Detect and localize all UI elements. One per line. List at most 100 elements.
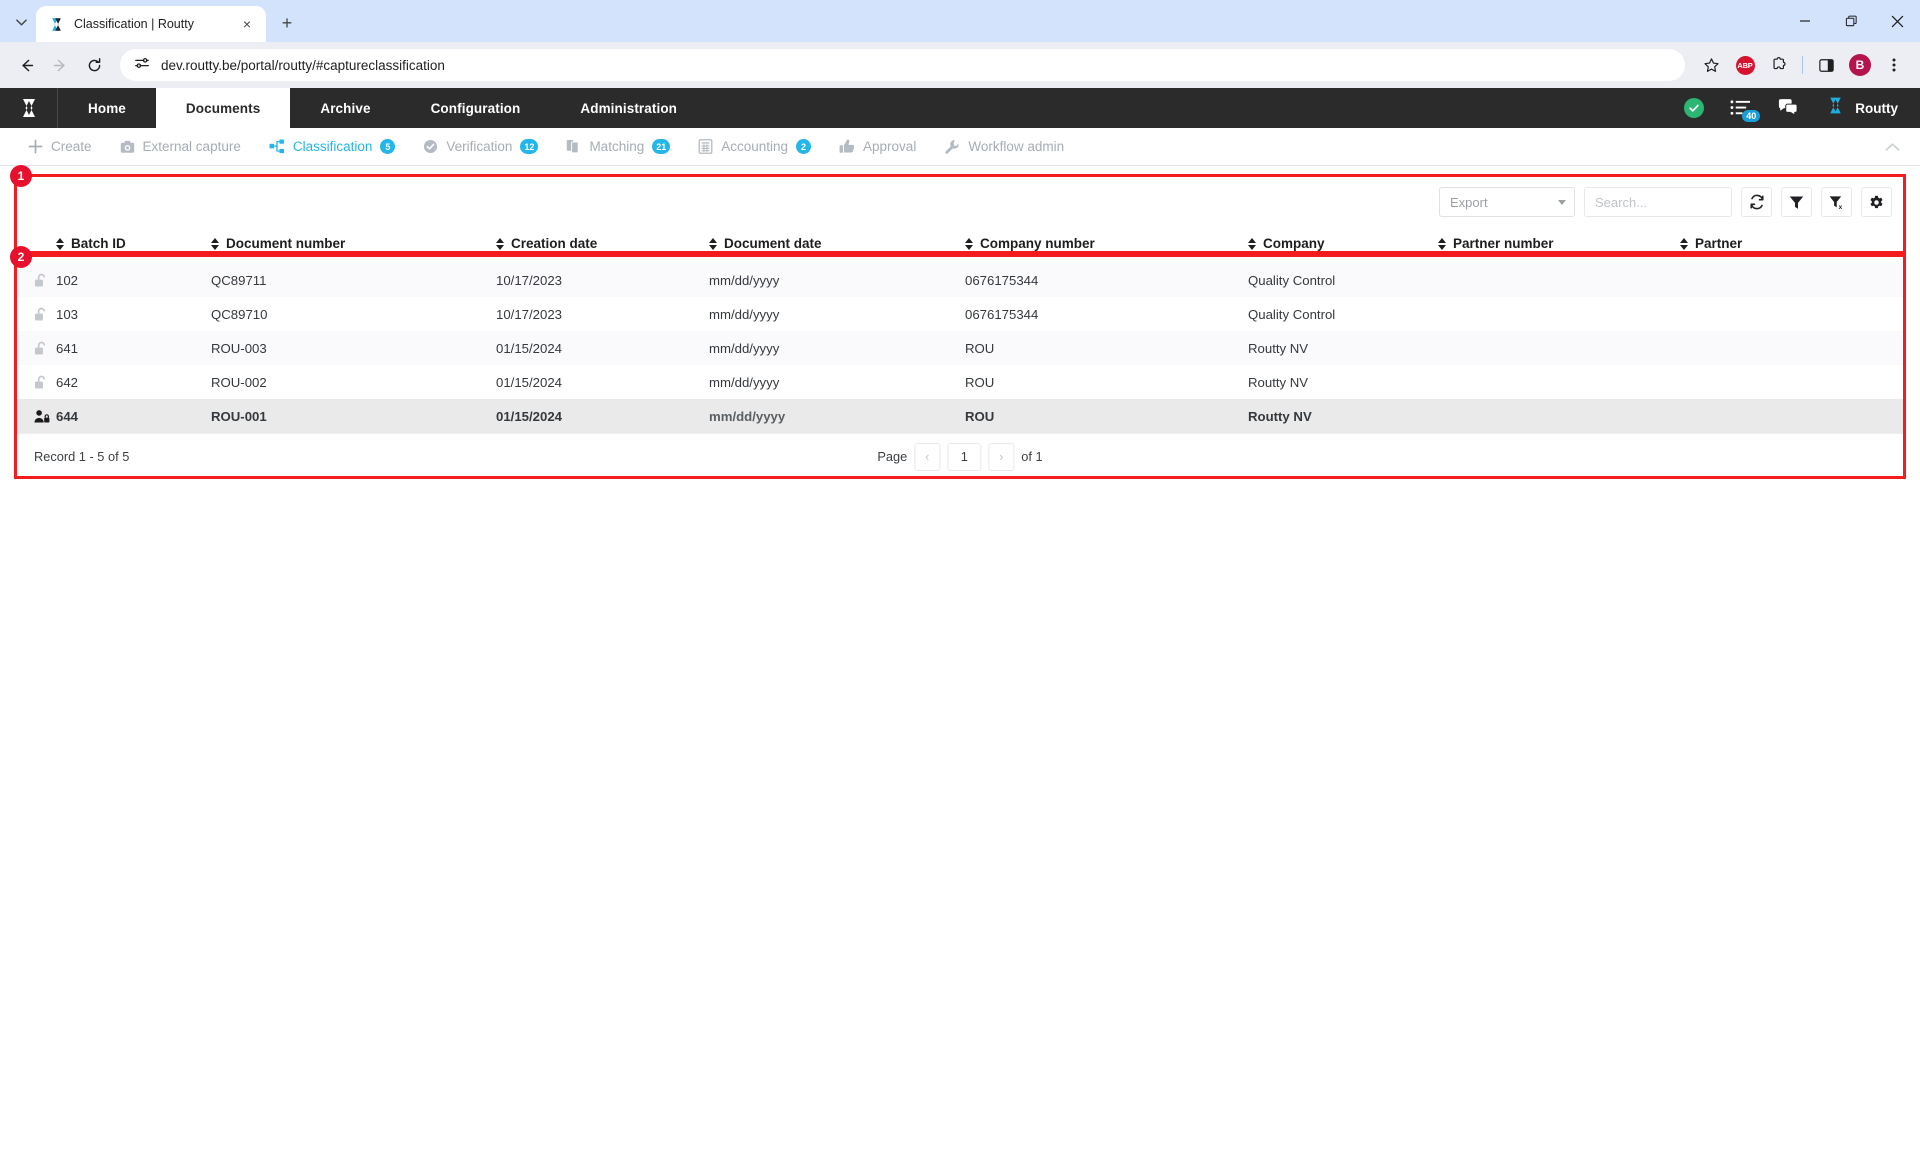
subnav-label: Create — [51, 139, 92, 154]
subnav-badge: 12 — [520, 139, 539, 154]
site-settings-icon[interactable] — [134, 55, 150, 76]
nav-item-configuration[interactable]: Configuration — [401, 88, 551, 128]
cell-company-number: ROU — [965, 374, 995, 390]
pagination-controls: Page ‹ 1 › of 1 — [877, 442, 1043, 471]
subnav-item-external-capture[interactable]: External capture — [106, 128, 255, 166]
reload-button[interactable] — [78, 49, 110, 81]
settings-button[interactable] — [1861, 187, 1892, 217]
table-col-document-number[interactable]: Document number — [211, 230, 496, 263]
app-logo-icon[interactable] — [0, 88, 58, 128]
table-row[interactable]: 642 ROU-002 01/15/2024 mm/dd/yyyy ROU Ro… — [14, 365, 1906, 399]
row-lock-cell[interactable] — [14, 331, 56, 365]
chrome-menu-icon[interactable] — [1878, 49, 1910, 81]
back-button[interactable] — [10, 49, 42, 81]
sort-arrows-icon — [1438, 237, 1446, 250]
table-col-batch-id[interactable]: Batch ID — [56, 230, 211, 263]
cell-partner — [1680, 297, 1906, 331]
cell-partner-number — [1438, 263, 1680, 297]
table-row[interactable]: 644 ROU-001 01/15/2024 mm/dd/yyyy ROU Ro… — [14, 399, 1906, 433]
window-maximize-button[interactable] — [1828, 0, 1874, 42]
row-lock-cell[interactable] — [14, 297, 56, 331]
table-row[interactable]: 102 QC89711 10/17/2023 mm/dd/yyyy 067617… — [14, 263, 1906, 297]
export-dropdown[interactable]: Export — [1439, 187, 1575, 217]
grid-toolbar: Export x — [14, 174, 1906, 230]
window-close-button[interactable] — [1874, 0, 1920, 42]
close-icon[interactable]: × — [238, 15, 256, 33]
forward-button[interactable] — [44, 49, 76, 81]
status-ok-icon[interactable] — [1684, 98, 1705, 118]
refresh-button[interactable] — [1741, 187, 1772, 217]
cell-partner-number — [1438, 365, 1680, 399]
cell-document-number: ROU-003 — [211, 340, 267, 356]
nav-item-documents[interactable]: Documents — [155, 88, 291, 128]
search-input-wrapper[interactable] — [1584, 187, 1732, 217]
cell-document-date: mm/dd/yyyy — [709, 306, 780, 322]
subnav-item-matching[interactable]: Matching 21 — [552, 128, 684, 166]
task-queue-icon[interactable]: 40 — [1730, 99, 1761, 122]
table-col-label: Partner — [1695, 236, 1743, 251]
extensions-puzzle-icon[interactable] — [1763, 49, 1795, 81]
address-bar[interactable]: dev.routty.be/portal/routty/#captureclas… — [120, 49, 1685, 81]
sort-arrows-icon — [965, 237, 973, 250]
next-page-button[interactable]: › — [988, 442, 1015, 471]
nav-item-archive[interactable]: Archive — [290, 88, 400, 128]
table-col-creation-date[interactable]: Creation date — [496, 230, 709, 263]
window-minimize-button[interactable] — [1782, 0, 1828, 42]
table-col-partner-number[interactable]: Partner number — [1438, 230, 1680, 263]
cell-company: Routty NV — [1248, 374, 1309, 390]
side-panel-icon[interactable] — [1810, 49, 1842, 81]
cell-creation-date: 01/15/2024 — [496, 408, 563, 424]
user-menu[interactable]: Routty — [1825, 95, 1898, 121]
previous-page-button[interactable]: ‹ — [914, 442, 941, 471]
browser-tab[interactable]: Classification | Routty × — [36, 6, 266, 42]
subnav-label: Matching — [589, 139, 645, 154]
row-lock-cell[interactable] — [14, 399, 56, 433]
tab-search-icon[interactable] — [6, 7, 36, 37]
cell-batch-id: 102 — [56, 272, 79, 288]
unlocked-icon — [34, 341, 56, 356]
nav-item-administration[interactable]: Administration — [550, 88, 707, 128]
subnav-badge: 21 — [652, 139, 671, 154]
filter-button[interactable] — [1781, 187, 1812, 217]
bookmark-star-icon[interactable] — [1695, 49, 1727, 81]
table-col-partner[interactable]: Partner — [1680, 230, 1906, 263]
cell-company: Routty NV — [1248, 408, 1312, 424]
subnav-item-accounting[interactable]: Accounting 2 — [684, 128, 825, 166]
chevron-up-icon[interactable] — [1885, 142, 1920, 152]
browser-tabstrip: Classification | Routty × + — [0, 0, 1920, 42]
thumbs-up-icon — [839, 139, 855, 154]
row-lock-cell[interactable] — [14, 365, 56, 399]
cell-batch-id: 641 — [56, 340, 79, 356]
subnav-item-verification[interactable]: Verification 12 — [409, 128, 552, 166]
row-lock-cell[interactable] — [14, 263, 56, 297]
cell-batch-id: 644 — [56, 408, 79, 424]
subnav-item-approval[interactable]: Approval — [825, 128, 930, 166]
page-number-input[interactable]: 1 — [947, 442, 982, 471]
chat-bubbles-icon[interactable] — [1777, 98, 1799, 118]
table-col-company-number[interactable]: Company number — [965, 230, 1248, 263]
subnav-label: Accounting — [721, 139, 789, 154]
table-col-document-date[interactable]: Document date — [709, 230, 965, 263]
profile-avatar[interactable]: B — [1844, 49, 1876, 81]
documents-sub-navigation: Create External capture Classification 5… — [0, 128, 1920, 166]
subnav-item-workflow-admin[interactable]: Workflow admin — [930, 128, 1078, 166]
table-header: Batch ID Document number Creation date D… — [14, 230, 1906, 263]
browser-toolbar: dev.routty.be/portal/routty/#captureclas… — [0, 42, 1920, 88]
table-row[interactable]: 103 QC89710 10/17/2023 mm/dd/yyyy 067617… — [14, 297, 1906, 331]
sort-arrows-icon — [211, 237, 219, 250]
nav-item-home[interactable]: Home — [58, 88, 156, 128]
new-tab-button[interactable]: + — [272, 8, 302, 38]
table-row[interactable]: 641 ROU-003 01/15/2024 mm/dd/yyyy ROU Ro… — [14, 331, 1906, 365]
cell-document-date: mm/dd/yyyy — [709, 272, 780, 288]
adblock-plus-icon[interactable]: ABP — [1729, 49, 1761, 81]
user-name-label: Routty — [1855, 100, 1898, 116]
cell-company: Routty NV — [1248, 340, 1309, 356]
window-controls — [1782, 0, 1920, 42]
search-input[interactable] — [1595, 194, 1721, 210]
cell-partner — [1680, 399, 1906, 433]
unlocked-icon — [34, 273, 56, 288]
subnav-item-classification[interactable]: Classification 5 — [255, 128, 410, 166]
table-col-company[interactable]: Company — [1248, 230, 1438, 263]
subnav-item-create[interactable]: Create — [14, 128, 106, 166]
clear-filter-button[interactable]: x — [1821, 187, 1852, 217]
